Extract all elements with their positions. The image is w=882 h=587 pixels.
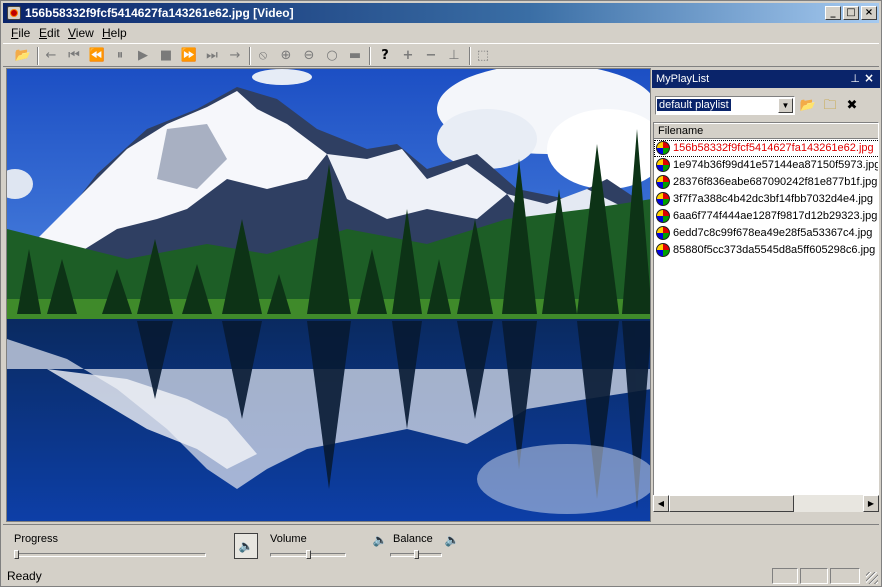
progress-slider-thumb[interactable]	[14, 550, 19, 559]
playlist-item[interactable]: 1e974b36f99d41e57144ea87150f5973.jpg	[654, 157, 878, 174]
playlist-list[interactable]: Filename 156b58332f9fcf5414627fa143261e6…	[653, 122, 879, 512]
status-pane	[772, 568, 798, 584]
volume-slider-thumb[interactable]	[305, 550, 311, 559]
media-file-icon	[656, 243, 670, 257]
mute-speaker-icon[interactable]: 🔈	[234, 533, 258, 559]
maximize-button[interactable]: □	[843, 6, 859, 20]
select-icon[interactable]: ⬚	[473, 46, 493, 66]
progress-slider[interactable]	[14, 553, 206, 557]
playlist-item[interactable]: 6aa6f774f444ae1287f9817d12b29323.jpg	[654, 208, 878, 225]
playlist-horizontal-scrollbar[interactable]: ◀ ▶	[653, 495, 879, 512]
pin-icon[interactable]: ⊥	[850, 72, 860, 85]
status-pane	[830, 568, 860, 584]
playlist-title-bar[interactable]: MyPlayList ⊥ ×	[652, 70, 880, 88]
playlist-item[interactable]: 85880f5cc373da5545d8a5ff605298c6.jpg	[654, 242, 878, 259]
status-pane	[800, 568, 828, 584]
rewind-icon[interactable]: ⏪	[87, 46, 107, 66]
zoom-actual-icon[interactable]: ○	[322, 46, 342, 66]
stop-icon[interactable]: ■	[156, 46, 176, 66]
last-icon[interactable]: ⏭	[202, 46, 222, 66]
volume-label: Volume	[270, 533, 307, 545]
toolbar-separator	[249, 47, 251, 65]
chevron-down-icon[interactable]: ▼	[778, 98, 793, 113]
toolbar-separator	[37, 47, 39, 65]
title-bar[interactable]: 156b58332f9fcf5414627fa143261e62.jpg [Vi…	[3, 3, 879, 23]
app-window: 156b58332f9fcf5414627fa143261e62.jpg [Vi…	[0, 0, 882, 587]
menu-file[interactable]: File	[11, 26, 30, 40]
playlist-select-value: default playlist	[657, 99, 731, 111]
menu-view[interactable]: View	[68, 26, 94, 40]
playlist-item[interactable]: 28376f836eabe687090242f81e877b1f.jpg	[654, 174, 878, 191]
app-icon[interactable]	[7, 6, 21, 20]
scroll-thumb[interactable]	[669, 495, 794, 512]
fast-forward-icon[interactable]: ⏩	[179, 46, 199, 66]
playlist-title: MyPlayList	[656, 73, 710, 85]
pause-icon[interactable]: ⏸	[110, 46, 130, 66]
first-icon[interactable]: ⏮	[64, 46, 84, 66]
toolbar: 📂 ← ⏮ ⏪ ⏸ ▶ ■ ⏩ ⏭ → ⦸ ⊕ ⊖ ○ ▬ ? + − ⊥ ⬚	[3, 43, 879, 67]
minimize-button[interactable]: _	[825, 6, 841, 20]
status-text: Ready	[7, 569, 42, 583]
zoom-fit-icon[interactable]: ⦸	[253, 46, 273, 66]
progress-label: Progress	[14, 533, 59, 545]
zoom-out-icon[interactable]: ⊖	[299, 46, 319, 66]
menu-help[interactable]: Help	[102, 26, 127, 40]
play-icon[interactable]: ▶	[133, 46, 153, 66]
playlist-panel: MyPlayList ⊥ × default playlist ▼ 📂 🗀 ✖ …	[652, 68, 880, 522]
help-icon[interactable]: ?	[375, 46, 395, 66]
back-icon[interactable]: ←	[41, 46, 61, 66]
menu-bar: File Edit View Help	[3, 24, 879, 42]
remove-icon[interactable]: −	[421, 46, 441, 66]
media-file-icon	[656, 209, 670, 223]
media-file-icon	[656, 192, 670, 206]
menu-edit[interactable]: Edit	[39, 26, 60, 40]
video-viewport[interactable]	[6, 68, 651, 522]
open-file-icon[interactable]: 📂	[13, 46, 33, 66]
toolbar-separator	[369, 47, 371, 65]
playlist-item[interactable]: 156b58332f9fcf5414627fa143261e62.jpg	[654, 140, 878, 157]
column-header-filename[interactable]: Filename	[654, 123, 878, 139]
close-button[interactable]: ×	[861, 6, 877, 20]
balance-left-speaker-icon[interactable]: 🔈	[371, 531, 389, 549]
playlist-close-icon[interactable]: ×	[864, 71, 874, 85]
add-files-icon[interactable]: 🗀	[820, 96, 840, 116]
balance-label: Balance	[393, 533, 433, 545]
status-bar: Ready	[3, 567, 879, 585]
window-title: 156b58332f9fcf5414627fa143261e62.jpg [Vi…	[25, 6, 294, 20]
balance-right-speaker-icon[interactable]: 🔈	[443, 531, 461, 549]
balance-slider-thumb[interactable]	[413, 550, 419, 559]
media-file-icon	[656, 226, 670, 240]
playback-controls: Progress 🔈 Volume 🔈 Balance 🔈	[3, 524, 879, 566]
fullscreen-icon[interactable]: ▬	[345, 46, 365, 66]
scroll-left-icon[interactable]: ◀	[653, 495, 669, 512]
zoom-in-icon[interactable]: ⊕	[276, 46, 296, 66]
add-icon[interactable]: +	[398, 46, 418, 66]
clear-playlist-icon[interactable]: ✖	[842, 96, 862, 116]
open-folder-icon[interactable]: 📂	[798, 96, 818, 116]
playlist-item[interactable]: 3f7f7a388c4b42dc3bf14fbb7032d4e4.jpg	[654, 191, 878, 208]
media-file-icon	[656, 141, 670, 155]
playlist-item[interactable]: 6edd7c8c99f678ea49e28f5a53367c4.jpg	[654, 225, 878, 242]
resize-grip[interactable]	[866, 572, 878, 584]
media-file-icon	[656, 175, 670, 189]
forward-icon[interactable]: →	[225, 46, 245, 66]
media-file-icon	[656, 158, 670, 172]
info-icon[interactable]: ⊥	[444, 46, 464, 66]
scroll-right-icon[interactable]: ▶	[863, 495, 879, 512]
mountain-lake-image	[7, 69, 650, 521]
playlist-select[interactable]: default playlist ▼	[655, 96, 795, 115]
toolbar-separator	[469, 47, 471, 65]
